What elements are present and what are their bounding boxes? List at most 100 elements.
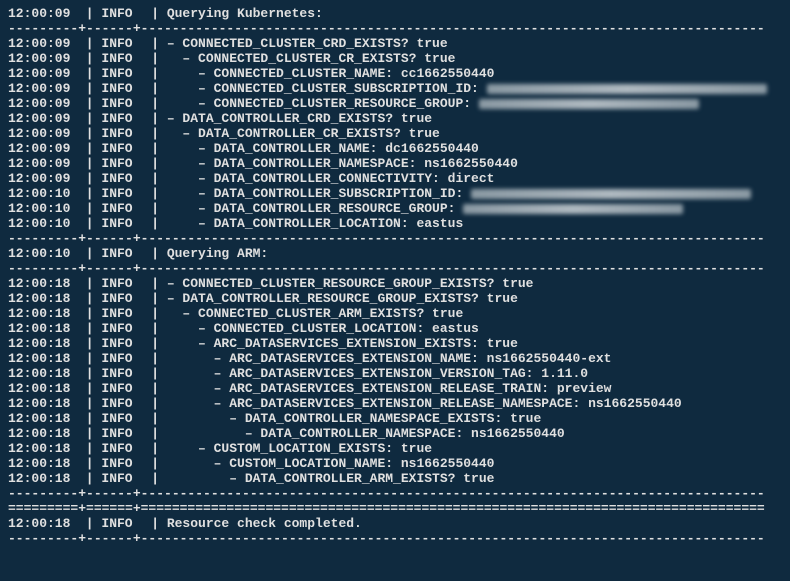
log-text: Querying Kubernetes: [167, 6, 323, 21]
log-message: – DATA_CONTROLLER_NAMESPACE: ns166255044… [167, 156, 782, 171]
log-level: INFO [101, 306, 143, 321]
log-message: – ARC_DATASERVICES_EXTENSION_RELEASE_TRA… [167, 381, 782, 396]
log-message: – CONNECTED_CLUSTER_RESOURCE_GROUP: [167, 96, 782, 111]
log-level: INFO [101, 216, 143, 231]
log-level: INFO [101, 291, 143, 306]
log-text: – CONNECTED_CLUSTER_LOCATION: eastus [167, 321, 479, 336]
log-text: – ARC_DATASERVICES_EXTENSION_EXISTS: tru… [167, 336, 518, 351]
log-text: – ARC_DATASERVICES_EXTENSION_RELEASE_TRA… [167, 381, 612, 396]
log-separator: | [78, 216, 101, 231]
log-message: – ARC_DATASERVICES_EXTENSION_NAME: ns166… [167, 351, 782, 366]
log-text: – DATA_CONTROLLER_NAMESPACE: ns166255044… [167, 426, 565, 441]
log-text: – ARC_DATASERVICES_EXTENSION_VERSION_TAG… [167, 366, 588, 381]
log-separator: | [78, 66, 101, 81]
log-timestamp: 12:00:09 [8, 141, 78, 156]
log-text: – CONNECTED_CLUSTER_RESOURCE_GROUP: [167, 96, 479, 111]
log-timestamp: 12:00:18 [8, 306, 78, 321]
log-line: 12:00:18 | INFO | – ARC_DATASERVICES_EXT… [8, 336, 782, 351]
log-separator: | [143, 381, 166, 396]
log-line: 12:00:10 | INFO | – DATA_CONTROLLER_SUBS… [8, 186, 782, 201]
log-level: INFO [101, 111, 143, 126]
log-message: – CONNECTED_CLUSTER_SUBSCRIPTION_ID: [167, 81, 782, 96]
log-level: INFO [101, 66, 143, 81]
log-line: 12:00:09 | INFO | – DATA_CONTROLLER_NAME… [8, 141, 782, 156]
log-separator: | [78, 426, 101, 441]
log-line: 12:00:09 | INFO | – DATA_CONTROLLER_NAME… [8, 156, 782, 171]
log-separator: | [143, 96, 166, 111]
redacted-value [471, 189, 751, 199]
log-timestamp: 12:00:18 [8, 516, 78, 531]
log-line: 12:00:10 | INFO | – DATA_CONTROLLER_LOCA… [8, 216, 782, 231]
log-text: – CUSTOM_LOCATION_EXISTS: true [167, 441, 432, 456]
log-level: INFO [101, 126, 143, 141]
log-message: – DATA_CONTROLLER_LOCATION: eastus [167, 216, 782, 231]
log-text: – CUSTOM_LOCATION_NAME: ns1662550440 [167, 456, 495, 471]
log-message: – DATA_CONTROLLER_CONNECTIVITY: direct [167, 171, 782, 186]
log-text: – ARC_DATASERVICES_EXTENSION_RELEASE_NAM… [167, 396, 682, 411]
log-line: 12:00:18 | INFO | – ARC_DATASERVICES_EXT… [8, 366, 782, 381]
log-timestamp: 12:00:10 [8, 186, 78, 201]
log-text: – CONNECTED_CLUSTER_NAME: cc1662550440 [167, 66, 495, 81]
log-line: 12:00:18 | INFO | – ARC_DATASERVICES_EXT… [8, 396, 782, 411]
log-message: – CONNECTED_CLUSTER_ARM_EXISTS? true [167, 306, 782, 321]
log-line: 12:00:09 | INFO | – CONNECTED_CLUSTER_CR… [8, 36, 782, 51]
log-separator: | [143, 81, 166, 96]
log-separator: | [78, 366, 101, 381]
redacted-value [479, 99, 699, 109]
log-message: – CONNECTED_CLUSTER_CR_EXISTS? true [167, 51, 782, 66]
log-timestamp: 12:00:09 [8, 96, 78, 111]
log-separator: | [143, 171, 166, 186]
log-message: – DATA_CONTROLLER_RESOURCE_GROUP_EXISTS?… [167, 291, 782, 306]
log-timestamp: 12:00:09 [8, 126, 78, 141]
redacted-value [487, 84, 767, 94]
log-text: – DATA_CONTROLLER_NAMESPACE: ns166255044… [167, 156, 518, 171]
log-separator: | [143, 156, 166, 171]
log-separator: | [78, 351, 101, 366]
log-message: – ARC_DATASERVICES_EXTENSION_EXISTS: tru… [167, 336, 782, 351]
log-separator: | [78, 291, 101, 306]
log-message: – ARC_DATASERVICES_EXTENSION_RELEASE_NAM… [167, 396, 782, 411]
log-separator: | [78, 336, 101, 351]
log-separator: | [143, 321, 166, 336]
log-separator: | [78, 441, 101, 456]
log-line: 12:00:18 | INFO | – CONNECTED_CLUSTER_AR… [8, 306, 782, 321]
log-separator: | [78, 96, 101, 111]
log-container: 12:00:09 | INFO | Querying Kubernetes:--… [8, 6, 782, 546]
log-separator: | [78, 126, 101, 141]
log-divider: ---------+------+-----------------------… [8, 21, 782, 36]
log-text: – DATA_CONTROLLER_LOCATION: eastus [167, 216, 463, 231]
log-timestamp: 12:00:09 [8, 36, 78, 51]
log-line: 12:00:09 | INFO | – DATA_CONTROLLER_CRD_… [8, 111, 782, 126]
log-timestamp: 12:00:18 [8, 471, 78, 486]
log-message: – ARC_DATASERVICES_EXTENSION_VERSION_TAG… [167, 366, 782, 381]
log-level: INFO [101, 276, 143, 291]
log-separator: | [143, 441, 166, 456]
log-text: – DATA_CONTROLLER_CONNECTIVITY: direct [167, 171, 495, 186]
log-level: INFO [101, 51, 143, 66]
log-level: INFO [101, 456, 143, 471]
log-line: 12:00:18 | INFO | – CONNECTED_CLUSTER_LO… [8, 321, 782, 336]
log-message: – CUSTOM_LOCATION_EXISTS: true [167, 441, 782, 456]
log-separator: | [143, 396, 166, 411]
log-timestamp: 12:00:10 [8, 216, 78, 231]
log-timestamp: 12:00:09 [8, 171, 78, 186]
log-line: 12:00:09 | INFO | – DATA_CONTROLLER_CR_E… [8, 126, 782, 141]
log-separator: | [143, 111, 166, 126]
log-separator: | [143, 51, 166, 66]
log-timestamp: 12:00:18 [8, 411, 78, 426]
log-separator: | [78, 381, 101, 396]
log-level: INFO [101, 396, 143, 411]
log-level: INFO [101, 351, 143, 366]
log-divider: ---------+------+-----------------------… [8, 531, 782, 546]
log-divider: ---------+------+-----------------------… [8, 231, 782, 246]
log-line: 12:00:18 | INFO | – DATA_CONTROLLER_ARM_… [8, 471, 782, 486]
log-timestamp: 12:00:09 [8, 51, 78, 66]
log-message: – DATA_CONTROLLER_NAME: dc1662550440 [167, 141, 782, 156]
log-level: INFO [101, 141, 143, 156]
log-message: – DATA_CONTROLLER_CRD_EXISTS? true [167, 111, 782, 126]
log-timestamp: 12:00:09 [8, 6, 78, 21]
log-separator: | [78, 186, 101, 201]
log-level: INFO [101, 366, 143, 381]
log-separator: | [143, 426, 166, 441]
log-timestamp: 12:00:18 [8, 441, 78, 456]
